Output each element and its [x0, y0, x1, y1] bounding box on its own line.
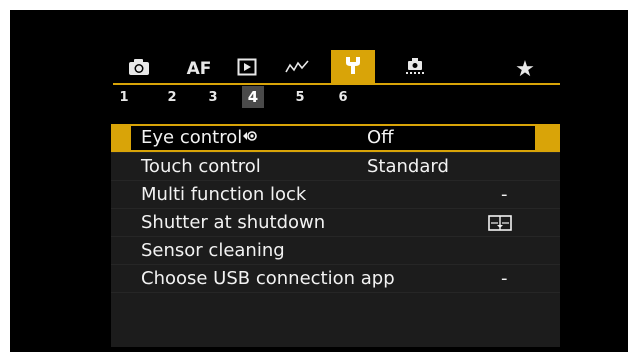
empty-row — [111, 292, 560, 320]
setup-menu: AF ★ 1 2 3 4 5 6 Eye control Off Touch c… — [111, 50, 560, 347]
menu-item-label: Sensor cleaning — [141, 240, 285, 261]
page-tab-2[interactable]: 2 — [161, 86, 183, 108]
menu-item-multi-function-lock[interactable]: Multi function lock - — [111, 180, 560, 208]
page-tab-1[interactable]: 1 — [113, 86, 135, 108]
page-tabs: 1 2 3 4 5 6 — [111, 86, 560, 108]
menu-item-value: - — [501, 268, 508, 289]
menu-item-value: Standard — [367, 156, 449, 177]
menu-item-value: Off — [367, 127, 394, 148]
tab-wireless[interactable] — [277, 56, 317, 82]
page-tab-5[interactable]: 5 — [289, 86, 311, 108]
menu-item-label: Eye control — [141, 126, 258, 150]
menu-item-label: Touch control — [141, 156, 261, 177]
tab-shooting[interactable] — [119, 56, 159, 82]
menu-item-label: Shutter at shutdown — [141, 212, 326, 233]
custom-functions-icon — [403, 57, 427, 81]
tabs-underline — [113, 83, 560, 85]
star-icon: ★ — [515, 56, 535, 82]
tab-af[interactable]: AF — [179, 56, 219, 82]
settings-list: Eye control Off Touch control Standard M… — [111, 124, 560, 347]
wrench-icon — [343, 54, 363, 80]
tab-playback[interactable] — [227, 56, 267, 82]
menu-item-label: Choose USB connection app — [141, 268, 395, 289]
menu-item-value: - — [501, 184, 508, 205]
tab-setup[interactable] — [331, 50, 375, 84]
page-tab-6[interactable]: 6 — [332, 86, 354, 108]
playback-icon — [237, 58, 257, 80]
page-tab-4[interactable]: 4 — [242, 86, 264, 108]
wireless-icon — [284, 59, 310, 79]
tab-custom[interactable] — [395, 56, 435, 82]
menu-item-usb-connection-app[interactable]: Choose USB connection app - — [111, 264, 560, 292]
menu-tabs: AF ★ — [111, 50, 560, 86]
camera-icon — [128, 58, 150, 80]
menu-item-eye-control[interactable]: Eye control Off — [111, 124, 560, 152]
shutter-closed-icon — [488, 215, 512, 235]
menu-item-shutter-at-shutdown[interactable]: Shutter at shutdown — [111, 208, 560, 236]
eye-control-icon — [242, 126, 258, 150]
menu-item-sensor-cleaning[interactable]: Sensor cleaning — [111, 236, 560, 264]
tab-my-menu[interactable]: ★ — [505, 56, 545, 82]
menu-item-touch-control[interactable]: Touch control Standard — [111, 152, 560, 180]
menu-item-label: Multi function lock — [141, 184, 307, 205]
af-icon: AF — [186, 59, 212, 79]
page-tab-3[interactable]: 3 — [202, 86, 224, 108]
camera-screen: AF ★ 1 2 3 4 5 6 Eye control Off Touch c… — [10, 10, 628, 352]
